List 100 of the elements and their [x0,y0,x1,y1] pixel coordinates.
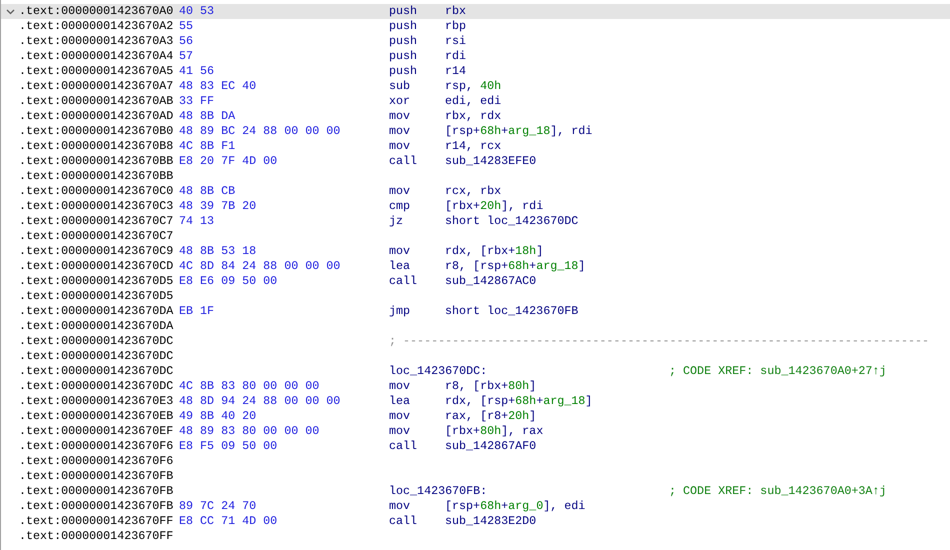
opcode-bytes: E8 E6 09 50 00 [179,274,278,289]
separator-comment: ; --------------------------------------------------------------------------- [389,334,930,349]
listing-line[interactable]: .text:00000001423670FB 89 7C 24 70 mov [rsp+68h+arg_0], edi [1,499,950,514]
listing-line[interactable]: .text:00000001423670FF [1,529,950,544]
address: .text:00000001423670F6 [19,439,174,454]
opcode-bytes: 48 8D 94 24 88 00 00 00 [179,394,342,409]
mnemonic: sub [389,79,412,94]
operand: edi, edi [445,94,502,109]
opcode-bytes: 48 89 BC 24 88 00 00 00 [179,124,342,139]
opcode-bytes: EB 1F [179,304,216,319]
address: .text:00000001423670FB [19,469,174,484]
listing-line[interactable]: .text:00000001423670EF 48 89 83 80 00 00 00 mov [rbx+80h], rax [1,424,950,439]
opcode-bytes: 48 89 83 80 00 00 00 [179,424,320,439]
opcode-bytes: 33 FF [179,94,216,109]
operand: sub_14283E2D0 [445,514,538,529]
address: .text:00000001423670DA [19,304,174,319]
mnemonic: cmp [389,199,412,214]
listing-line[interactable]: .text:00000001423670C3 48 39 7B 20 cmp [rbx+20h], rdi [1,199,950,214]
listing-line[interactable]: .text:00000001423670F6 E8 F5 09 50 00 call sub_142867AF0 [1,439,950,454]
mnemonic: lea [389,259,412,274]
address: .text:00000001423670BB [19,154,174,169]
listing-line[interactable]: .text:00000001423670E3 48 8D 94 24 88 00 00 00 lea rdx, [rsp+68h+arg_18] [1,394,950,409]
operand: r14 [445,64,468,79]
mnemonic: call [389,154,418,169]
operand: [rsp+68h+arg_18], rdi [445,124,594,139]
address: .text:00000001423670B8 [19,139,174,154]
address: .text:00000001423670A2 [19,19,174,34]
address: .text:00000001423670BB [19,169,174,184]
mnemonic: push [389,4,418,19]
mnemonic: jz [389,214,404,229]
operand: r8, [rbx+80h] [445,379,538,394]
mnemonic: lea [389,394,412,409]
address: .text:00000001423670EF [19,424,174,439]
operand: sub_142867AF0 [445,439,538,454]
listing-line[interactable]: .text:00000001423670DC ; --------------------------------------------------------------------------- [1,334,950,349]
address: .text:00000001423670FB [19,484,174,499]
address: .text:00000001423670AD [19,109,174,124]
listing-line[interactable]: .text:00000001423670C0 48 8B CB mov rcx, rbx [1,184,950,199]
collapse-chevron-icon[interactable] [6,8,14,14]
mnemonic: mov [389,244,412,259]
operand: short loc_1423670DC [445,214,580,229]
listing-line[interactable]: .text:00000001423670CD 4C 8D 84 24 88 00 00 00 lea r8, [rsp+68h+arg_18] [1,259,950,274]
opcode-bytes: 4C 8D 84 24 88 00 00 00 [179,259,342,274]
listing-line[interactable]: .text:00000001423670DC [1,349,950,364]
mnemonic: mov [389,499,412,514]
address: .text:00000001423670C3 [19,199,174,214]
operand: rdi [445,49,468,64]
listing-line[interactable]: .text:00000001423670BB E8 20 7F 4D 00 call sub_14283EFE0 [1,154,950,169]
operand: r14, rcx [445,139,502,154]
listing-line[interactable]: .text:00000001423670FF E8 CC 71 4D 00 call sub_14283E2D0 [1,514,950,529]
opcode-bytes: 48 39 7B 20 [179,199,258,214]
address: .text:00000001423670C0 [19,184,174,199]
address: .text:00000001423670A4 [19,49,174,64]
mnemonic: mov [389,424,412,439]
address: .text:00000001423670A0 [19,4,174,19]
listing-line[interactable]: .text:00000001423670C7 74 13 jz short loc_1423670DC [1,214,950,229]
mnemonic: push [389,49,418,64]
operand: [rbx+20h], rdi [445,199,544,214]
mnemonic: mov [389,409,412,424]
listing-line[interactable]: .text:00000001423670B0 48 89 BC 24 88 00 00 00 mov [rsp+68h+arg_18], rdi [1,124,950,139]
address: .text:00000001423670DC [19,364,174,379]
listing-line[interactable]: .text:00000001423670FB loc_1423670FB: ; CODE XREF: sub_1423670A0+3A↑j [1,484,950,499]
listing-line[interactable]: .text:00000001423670A2 55 push rbp [1,19,950,34]
address: .text:00000001423670DC [19,349,174,364]
listing-line[interactable]: .text:00000001423670A4 57 push rdi [1,49,950,64]
listing-line[interactable]: .text:00000001423670EB 49 8B 40 20 mov rax, [r8+20h] [1,409,950,424]
operand: sub_14283EFE0 [445,154,538,169]
operand: [rbx+80h], rax [445,424,544,439]
listing-line[interactable]: .text:00000001423670D5 E8 E6 09 50 00 call sub_142867AC0 [1,274,950,289]
listing-line[interactable]: .text:00000001423670FB [1,469,950,484]
listing-line[interactable]: .text:00000001423670C7 [1,229,950,244]
listing-line[interactable]: .text:00000001423670AB 33 FF xor edi, edi [1,94,950,109]
address: .text:00000001423670B0 [19,124,174,139]
mnemonic: mov [389,124,412,139]
opcode-bytes: E8 CC 71 4D 00 [179,514,278,529]
mnemonic: push [389,64,418,79]
listing-line[interactable]: .text:00000001423670DA EB 1F jmp short loc_1423670FB [1,304,950,319]
operand: rsp, 40h [445,79,502,94]
opcode-bytes: 4C 8B 83 80 00 00 00 [179,379,320,394]
address: .text:00000001423670AB [19,94,174,109]
listing-line[interactable]: .text:00000001423670F6 [1,454,950,469]
listing-line[interactable]: .text:00000001423670A3 56 push rsi [1,34,950,49]
listing-line[interactable]: .text:00000001423670A7 48 83 EC 40 sub rsp, 40h [1,79,950,94]
opcode-bytes: 89 7C 24 70 [179,499,258,514]
mnemonic: mov [389,379,412,394]
opcode-bytes: 48 8B DA [179,109,236,124]
listing-line[interactable]: .text:00000001423670DC loc_1423670DC: ; CODE XREF: sub_1423670A0+27↑j [1,364,950,379]
opcode-bytes: 4C 8B F1 [179,139,236,154]
listing-line[interactable]: .text:00000001423670DC 4C 8B 83 80 00 00 00 mov r8, [rbx+80h] [1,379,950,394]
opcode-bytes: 49 8B 40 20 [179,409,258,424]
address: .text:00000001423670C7 [19,229,174,244]
listing-line[interactable]: .text:00000001423670D5 [1,289,950,304]
listing-line[interactable]: .text:00000001423670C9 48 8B 53 18 mov rdx, [rbx+18h] [1,244,950,259]
listing-line[interactable]: .text:00000001423670BB [1,169,950,184]
opcode-bytes: 48 83 EC 40 [179,79,258,94]
listing-line[interactable]: .text:00000001423670AD 48 8B DA mov rbx, rdx [1,109,950,124]
listing-line[interactable]: .text:00000001423670DA [1,319,950,334]
listing-line[interactable]: .text:00000001423670A5 41 56 push r14 [1,64,950,79]
address: .text:00000001423670FF [19,529,174,544]
listing-line[interactable]: .text:00000001423670B8 4C 8B F1 mov r14, rcx [1,139,950,154]
